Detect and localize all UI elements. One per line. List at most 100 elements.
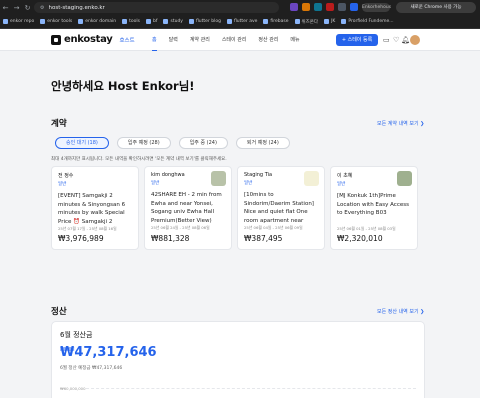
- update-chrome-button[interactable]: 새로운 Chrome 사용 가능: [396, 2, 476, 13]
- host-tag: 호스트: [119, 37, 135, 44]
- bookmark-label: enkor tools: [47, 19, 73, 24]
- extension-icon[interactable]: [302, 3, 310, 11]
- contract-card[interactable]: kim donghwa 일반 42SHARE EH - 2 min from Ewh…: [144, 166, 232, 250]
- bookmark-label: firebase: [270, 19, 289, 24]
- reload-icon[interactable]: ↻: [22, 4, 33, 12]
- bookmark-favicon-icon: [188, 19, 194, 24]
- bookmark-item[interactable]: tools: [122, 19, 140, 24]
- browser-chrome: ← → ↻ ⚙ host-staging.enko.kr Enkorhehous…: [0, 0, 480, 29]
- bookmark-label: Prorfield Fundeme...: [348, 19, 394, 24]
- bookmark-favicon-icon: [324, 19, 330, 24]
- top-navigation: enkostay 호스트 홈 달력 계약 관리 스테이 관리 정산 관리 메뉴 …: [0, 29, 480, 51]
- bookmark-label: 위즈온다: [301, 19, 319, 25]
- bookmark-label: flutter ave: [233, 19, 258, 24]
- bookmark-item[interactable]: enkor domain: [78, 19, 116, 24]
- url-text: host-staging.enko.kr: [48, 4, 105, 11]
- bookmark-favicon-icon: [263, 19, 269, 24]
- stay-title: 42SHARE EH - 2 min from Ewha and near Yo…: [151, 192, 222, 223]
- extension-icon[interactable]: [290, 3, 298, 11]
- stay-title: [10mins to Sindorim/Daerim Station] Nice…: [244, 192, 314, 223]
- menu-item-contracts[interactable]: 계약 관리: [190, 29, 210, 51]
- bookmark-item[interactable]: enkor tools: [40, 19, 72, 24]
- menu-item-calendar[interactable]: 달력: [169, 29, 178, 51]
- chart-gridline: [86, 388, 416, 389]
- contracts-title: 계약: [51, 119, 67, 129]
- stay-title: [MJ Konkuk 1th]Prime Location with Easy …: [337, 193, 409, 216]
- address-row: ← → ↻ ⚙ host-staging.enko.kr Enkorhehous…: [0, 0, 480, 15]
- bookmark-favicon-icon: [78, 19, 84, 24]
- tab-contract-status[interactable]: 승인 대기 (18): [55, 137, 109, 149]
- bookmark-item[interactable]: study: [163, 19, 183, 24]
- bell-icon[interactable]: 🔔︎: [401, 36, 410, 44]
- chart-axis-label: ₩60,000,000: [60, 386, 86, 391]
- contract-cards: 전 정수 일반 [EVENT] Samgakji 2 minutes & Sinyo…: [51, 166, 418, 250]
- extension-icon[interactable]: [326, 3, 334, 11]
- bookmark-label: flutter blog: [195, 19, 221, 24]
- extension-icon[interactable]: [338, 3, 346, 11]
- contract-dates: 25년 07월 17일 - 25년 08월 16일: [58, 226, 117, 231]
- extension-icon[interactable]: [314, 3, 322, 11]
- contract-card[interactable]: 이 초혜 일반 [MJ Konkuk 1th]Prime Location with…: [330, 166, 418, 250]
- menu-item-home[interactable]: 홈: [152, 29, 157, 51]
- page: enkostay 호스트 홈 달력 계약 관리 스테이 관리 정산 관리 메뉴 …: [0, 29, 480, 398]
- site-info-icon[interactable]: ⚙: [40, 5, 44, 11]
- bookmark-item[interactable]: JK: [324, 19, 335, 24]
- logo[interactable]: enkostay 호스트: [51, 34, 135, 45]
- bookmark-favicon-icon: [163, 19, 169, 24]
- bookmarks-bar: enkor repo enkor tools enkor domain tools bf…: [0, 15, 480, 29]
- bookmark-item[interactable]: enkor repo: [3, 19, 34, 24]
- menu-item-settlement[interactable]: 정산 관리: [258, 29, 278, 51]
- bookmark-favicon-icon: [3, 19, 8, 24]
- address-bar[interactable]: ⚙ host-staging.enko.kr: [34, 2, 279, 13]
- bookmark-favicon-icon: [40, 19, 46, 24]
- back-icon[interactable]: ←: [0, 4, 11, 12]
- settlement-expected: 6월 정산 예정금 ₩47,317,646: [60, 366, 123, 371]
- menu-item-stays[interactable]: 스테이 관리: [222, 29, 247, 51]
- contract-price: ₩3,976,989: [58, 234, 104, 243]
- brand-name: enkostay: [64, 34, 113, 45]
- heart-icon[interactable]: ♡: [393, 36, 399, 44]
- bookmark-item[interactable]: Prorfield Fundeme...: [341, 19, 394, 24]
- contract-card[interactable]: 전 정수 일반 [EVENT] Samgakji 2 minutes & Sinyo…: [51, 166, 139, 250]
- contract-card[interactable]: Staging Tia 일반 [10mins to Sindorim/Daerim …: [237, 166, 325, 250]
- bookmark-label: enkor domain: [85, 19, 117, 24]
- greeting: 안녕하세요 Host Enkor님!: [51, 79, 195, 93]
- extension-icon[interactable]: [350, 3, 358, 11]
- bookmark-label: bf: [153, 19, 158, 24]
- stay-thumbnail: [304, 171, 319, 186]
- settlement-title: 정산: [51, 307, 67, 317]
- forward-icon[interactable]: →: [11, 4, 22, 12]
- bookmark-favicon-icon: [341, 19, 347, 24]
- menu-item-more[interactable]: 메뉴: [290, 29, 299, 51]
- bookmark-label: study: [170, 19, 183, 24]
- stay-thumbnail: [397, 171, 412, 186]
- tab-contract-status[interactable]: 입주 예정 (28): [116, 137, 171, 149]
- bookmark-label: tools: [129, 19, 141, 24]
- contract-tabs: 승인 대기 (18) 입주 예정 (28) 입주 중 (24) 퇴거 예정 (24): [55, 137, 290, 149]
- stay-thumbnail: [118, 171, 133, 186]
- contract-price: ₩387,495: [244, 234, 283, 243]
- bookmark-item[interactable]: bf: [146, 19, 157, 24]
- bookmark-item[interactable]: flutter ave: [226, 19, 258, 24]
- settlement-see-all-link[interactable]: 모든 정산 내역 보기 ❯: [377, 308, 424, 315]
- tab-contract-status[interactable]: 퇴거 예정 (24): [235, 137, 290, 149]
- settlement-card: 6월 정산금 ₩47,317,646 6월 정산 예정금 ₩47,317,646…: [51, 321, 425, 398]
- bookmark-item[interactable]: firebase: [263, 19, 289, 24]
- bookmark-item[interactable]: flutter blog: [188, 19, 221, 24]
- bookmark-label: JK: [331, 19, 336, 24]
- contract-price: ₩881,328: [151, 234, 190, 243]
- contracts-see-all-link[interactable]: 모든 계약 내역 보기 ❯: [377, 120, 424, 127]
- tab-contract-status[interactable]: 입주 중 (24): [178, 137, 228, 149]
- contracts-hint: 최대 4개까지만 표시됩니다. 모든 내역을 확인하시려면 '모든 계약 내역 …: [51, 157, 227, 162]
- chat-icon[interactable]: ▭: [383, 36, 390, 44]
- bookmark-favicon-icon: [226, 19, 232, 24]
- bookmark-item[interactable]: 위즈온다: [294, 19, 319, 25]
- contract-dates: 25년 06월 01일 - 25년 08월 03일: [337, 226, 396, 231]
- avatar[interactable]: [410, 35, 420, 45]
- register-stay-button[interactable]: + 스테이 등록: [336, 34, 378, 46]
- settlement-amount: ₩47,317,646: [60, 345, 157, 360]
- bookmark-label: enkor repo: [10, 19, 35, 24]
- stay-title: [EVENT] Samgakji 2 minutes & Sinyongsan …: [58, 193, 126, 224]
- bookmark-favicon-icon: [122, 19, 128, 24]
- profile-button[interactable]: Enkorhehous: [362, 3, 391, 12]
